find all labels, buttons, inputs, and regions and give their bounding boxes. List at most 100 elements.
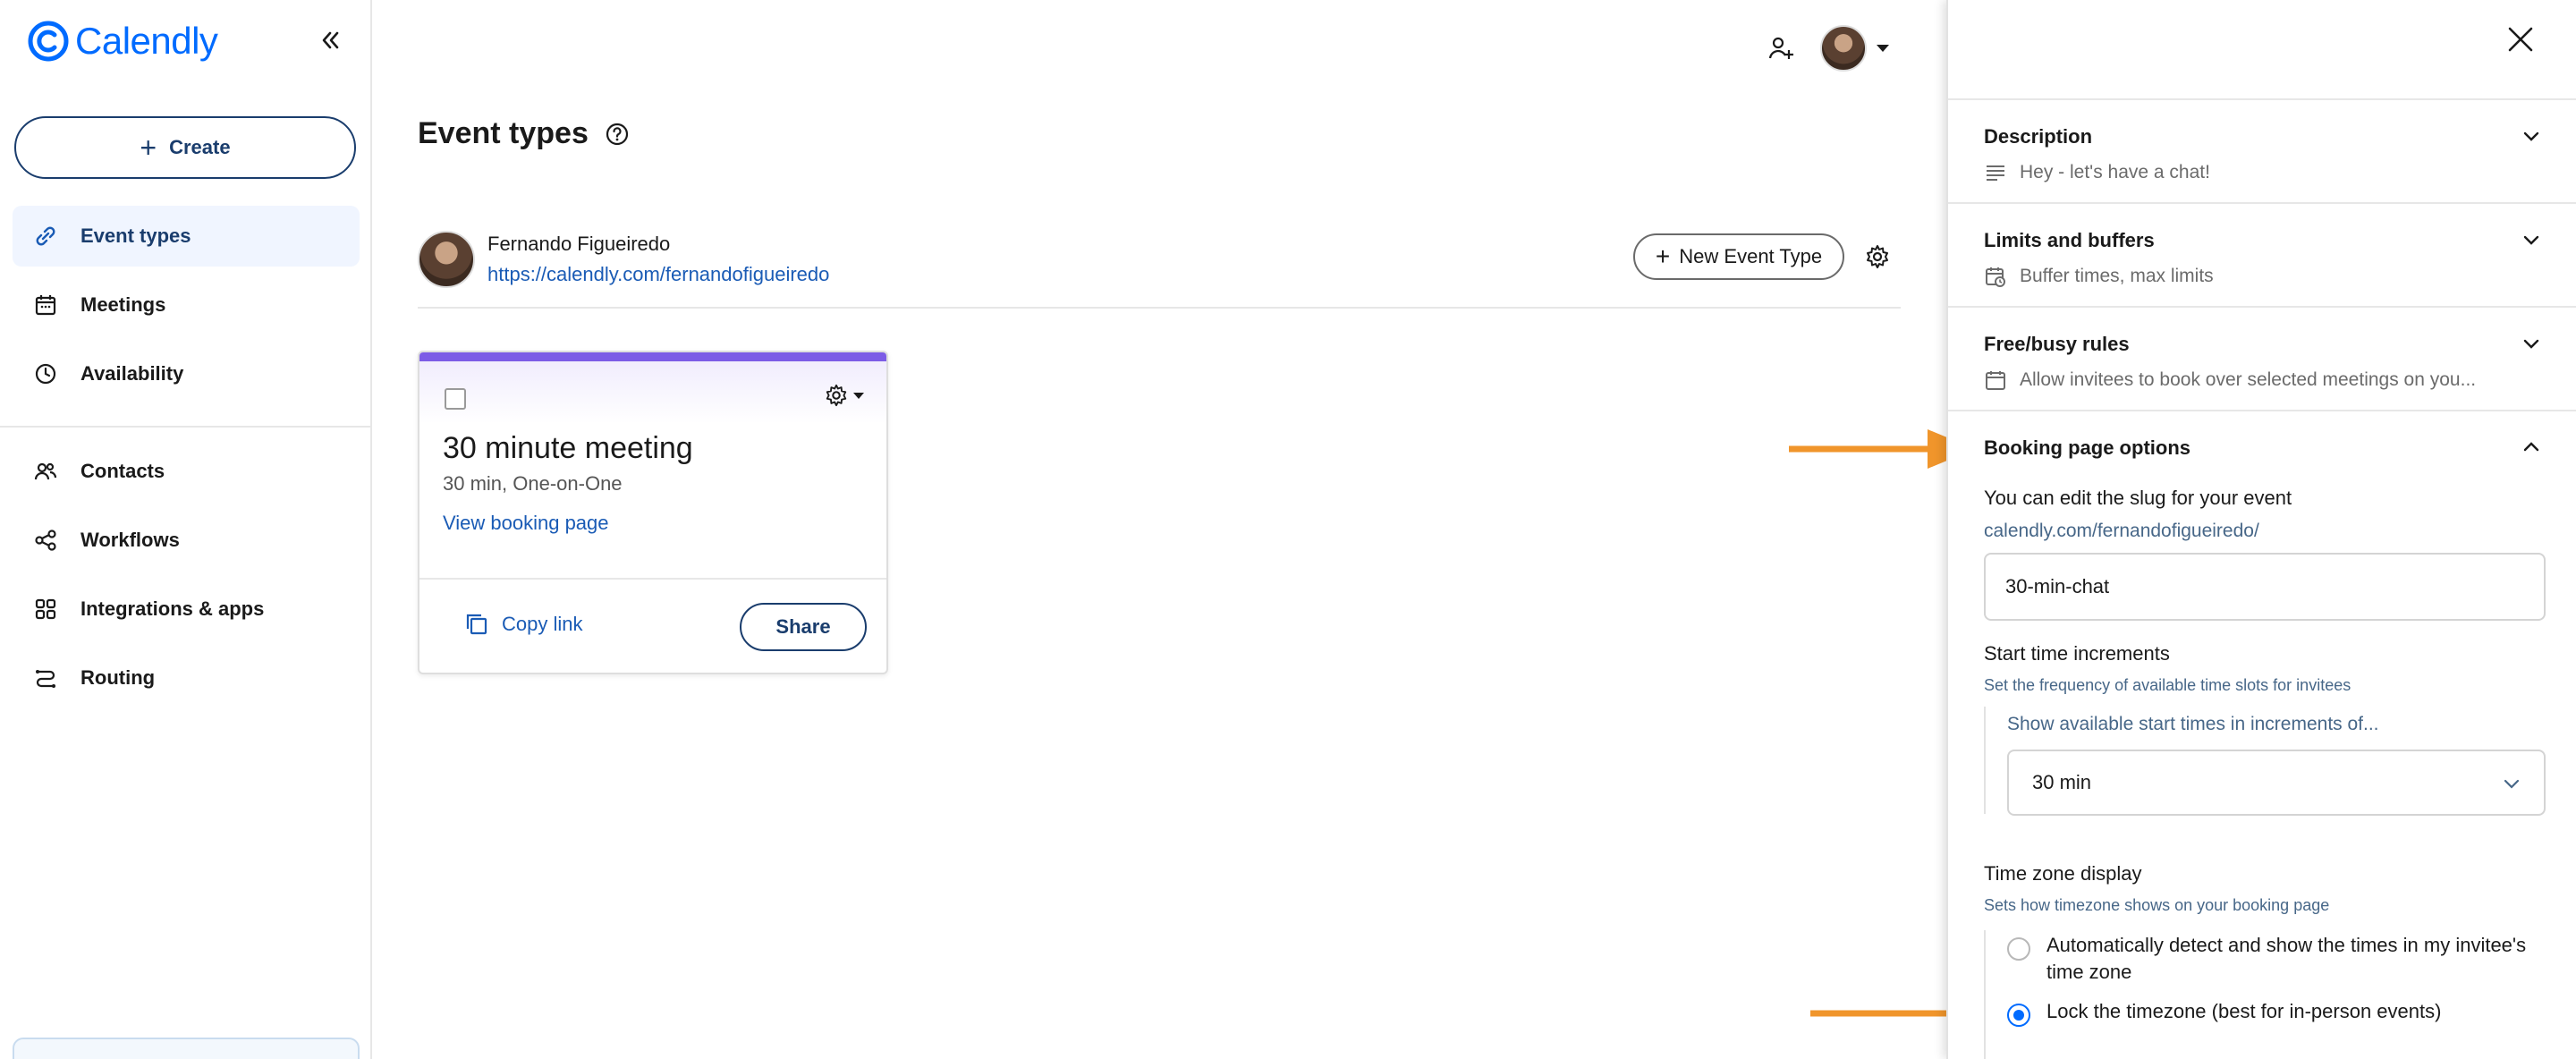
panel-divider	[1948, 410, 2576, 411]
panel-divider	[1948, 98, 2576, 100]
copy-link-button[interactable]: Copy link	[464, 612, 582, 637]
plus-icon: +	[1655, 242, 1671, 270]
double-chevron-left-icon	[322, 31, 339, 49]
caret-down-icon	[1877, 45, 1889, 52]
sidebar-item-integrations[interactable]: Integrations & apps	[13, 579, 360, 640]
caret-down-icon	[853, 393, 864, 399]
section-desc: Allow invitees to book over selected mee…	[2020, 369, 2477, 390]
sidebar-item-label: Contacts	[80, 460, 165, 482]
topbar-actions	[1767, 25, 1890, 72]
indent-line	[1984, 930, 1986, 1059]
copy-icon	[466, 614, 487, 635]
sidebar-item-meetings[interactable]: Meetings	[13, 275, 360, 335]
calendly-logo[interactable]: Calendly	[27, 20, 218, 63]
section-description[interactable]: Description Hey - let's have a chat!	[1984, 125, 2542, 184]
panel-divider	[1948, 306, 2576, 308]
page-title: Event types	[418, 116, 630, 151]
calendly-logo-icon	[28, 21, 69, 62]
card-divider	[419, 578, 886, 580]
increments-help: Set the frequency of available time slot…	[1984, 676, 2351, 694]
section-free-busy-rules[interactable]: Free/busy rules Allow invitees to book o…	[1984, 333, 2542, 392]
radio-label: Lock the timezone (best for in-person ev…	[2046, 1000, 2442, 1022]
sidebar-item-workflows[interactable]: Workflows	[13, 510, 360, 571]
link-icon	[36, 226, 55, 246]
sidebar-item-label: Integrations & apps	[80, 597, 265, 620]
apps-grid-icon	[35, 598, 56, 620]
contacts-icon	[34, 462, 57, 480]
view-booking-page-link[interactable]: View booking page	[443, 512, 609, 535]
card-settings-menu[interactable]	[824, 383, 865, 408]
user-avatar	[418, 231, 475, 288]
sidebar-divider	[0, 426, 370, 428]
section-title: Description	[1984, 125, 2093, 148]
invite-user-icon[interactable]	[1767, 34, 1795, 63]
sidebar-item-availability[interactable]: Availability	[13, 343, 360, 404]
increments-sub-label: Show available start times in increments…	[2007, 714, 2379, 734]
increments-value: 30 min	[2032, 771, 2092, 793]
page-title-text: Event types	[418, 116, 589, 150]
sidebar-bottom-card[interactable]	[13, 1038, 360, 1059]
section-title: Booking page options	[1984, 436, 2190, 459]
radio-button[interactable]	[2007, 937, 2030, 961]
radio-button-selected[interactable]	[2007, 1004, 2030, 1027]
increments-label: Start time increments	[1984, 642, 2170, 665]
chevron-up-icon	[2523, 442, 2539, 452]
logo-text: Calendly	[75, 20, 218, 62]
sidebar: Calendly + Create Event types Meetings A…	[0, 0, 372, 1059]
panel-divider	[1948, 202, 2576, 204]
slug-input[interactable]: 30-min-chat	[1984, 553, 2546, 621]
sidebar-item-contacts[interactable]: Contacts	[13, 441, 360, 502]
help-icon[interactable]	[605, 122, 630, 147]
sidebar-item-event-types[interactable]: Event types	[13, 206, 360, 267]
main-divider	[418, 307, 1901, 309]
share-button[interactable]: Share	[740, 603, 867, 651]
sidebar-item-label: Event types	[80, 225, 191, 247]
sidebar-item-routing[interactable]: Routing	[13, 648, 360, 708]
event-settings-panel: Description Hey - let's have a chat! Lim…	[1946, 0, 2576, 1059]
increments-select[interactable]: 30 min	[2007, 750, 2546, 816]
workflow-icon	[35, 530, 56, 551]
user-name: Fernando Figueiredo	[487, 233, 671, 255]
section-booking-page-options[interactable]: Booking page options	[1984, 436, 2542, 460]
chevron-down-icon	[2523, 131, 2539, 141]
plus-icon: +	[140, 131, 157, 164]
sidebar-item-label: Routing	[80, 666, 156, 689]
text-lines-icon	[1987, 165, 2004, 181]
card-color-bar	[419, 352, 886, 361]
calendar-icon	[35, 295, 56, 316]
event-type-card[interactable]: 30 minute meeting 30 min, One-on-One Vie…	[418, 351, 888, 674]
card-header	[419, 361, 886, 424]
section-desc: Buffer times, max limits	[2020, 266, 2214, 286]
card-checkbox[interactable]	[445, 388, 466, 410]
slug-url-prefix: calendly.com/fernandofigueiredo/	[1984, 521, 2259, 541]
chevron-down-icon	[2523, 339, 2539, 349]
gear-icon[interactable]	[1864, 243, 1891, 270]
radio-option-auto-detect[interactable]: Automatically detect and show the times …	[2007, 932, 2544, 986]
user-row: Fernando Figueiredo https://calendly.com…	[418, 231, 829, 288]
create-label: Create	[169, 136, 231, 158]
new-event-type-button[interactable]: + New Event Type	[1633, 233, 1844, 280]
section-limits-buffers[interactable]: Limits and buffers Buffer times, max lim…	[1984, 229, 2542, 288]
section-desc: Hey - let's have a chat!	[2020, 162, 2210, 182]
radio-option-lock-timezone[interactable]: Lock the timezone (best for in-person ev…	[2007, 998, 2544, 1027]
create-button[interactable]: + Create	[14, 116, 356, 179]
sidebar-item-label: Workflows	[80, 529, 180, 551]
user-booking-link[interactable]: https://calendly.com/fernandofigueiredo	[487, 263, 829, 286]
new-event-type-label: New Event Type	[1679, 245, 1823, 267]
section-title: Free/busy rules	[1984, 333, 2130, 355]
section-title: Limits and buffers	[1984, 229, 2155, 251]
avatar	[1820, 25, 1867, 72]
radio-label: Automatically detect and show the times …	[2046, 934, 2527, 983]
card-subtitle: 30 min, One-on-One	[443, 472, 623, 495]
close-icon[interactable]	[2503, 21, 2538, 57]
collapse-sidebar-button[interactable]	[317, 27, 343, 54]
slug-label: You can edit the slug for your event	[1984, 487, 2292, 509]
card-title: 30 minute meeting	[443, 431, 693, 465]
routing-icon	[36, 670, 55, 688]
account-menu[interactable]	[1820, 25, 1890, 72]
timezone-help: Sets how timezone shows on your booking …	[1984, 896, 2330, 914]
timezone-label: Time zone display	[1984, 862, 2142, 885]
calendar-clock-icon	[1986, 267, 2005, 287]
clock-icon	[35, 363, 56, 385]
chevron-down-icon	[2504, 779, 2520, 789]
